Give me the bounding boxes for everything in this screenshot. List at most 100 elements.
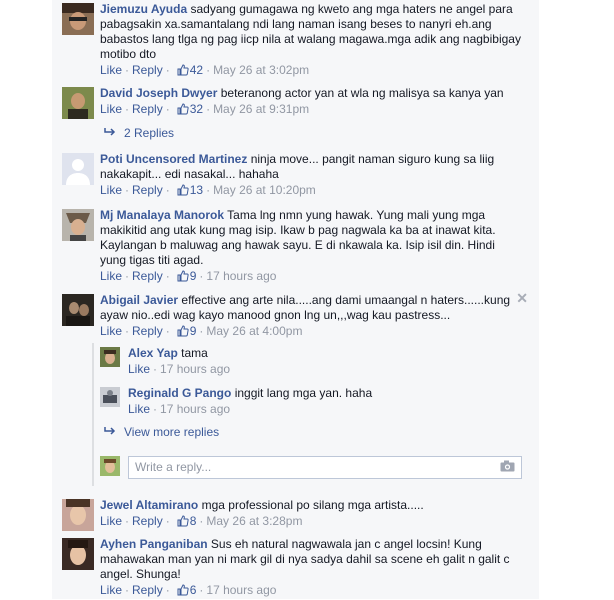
separator: · (165, 514, 170, 528)
like-count[interactable]: 6 (190, 583, 197, 597)
reply-text: inggit lang mga yan. haha (234, 386, 373, 400)
timestamp[interactable]: May 26 at 4:00pm (206, 324, 302, 338)
comment-author[interactable]: Mj Manalaya Manorok (100, 208, 224, 222)
avatar[interactable] (62, 3, 94, 35)
separator: · (125, 324, 130, 338)
thumbs-up-icon (177, 270, 189, 286)
like-link[interactable]: Like (100, 183, 122, 197)
separator: · (165, 183, 170, 197)
comment-author[interactable]: Abigail Javier (100, 293, 178, 307)
view-more-label[interactable]: View more replies (124, 425, 219, 439)
avatar[interactable] (62, 538, 94, 570)
reply-arrow-icon (104, 425, 116, 439)
reply-author[interactable]: Alex Yap (128, 346, 178, 360)
thumbs-up-icon (177, 325, 189, 341)
avatar[interactable] (62, 153, 94, 185)
write-reply-input[interactable] (129, 457, 475, 476)
timestamp[interactable]: May 26 at 9:31pm (213, 102, 309, 116)
comment-author[interactable]: David Joseph Dwyer (100, 86, 217, 100)
view-more-replies-link[interactable]: View more replies (104, 425, 219, 439)
thumbs-up-icon (177, 515, 189, 531)
like-count[interactable]: 9 (190, 324, 197, 338)
reply-arrow-icon (104, 126, 116, 140)
reply-author[interactable]: Reginald G Pango (128, 386, 231, 400)
separator: · (153, 402, 158, 416)
reply-actions: Like · 17 hours ago (128, 402, 524, 417)
comment-actions: Like · Reply · 6 · 17 hours ago (100, 583, 524, 600)
thumbs-up-icon (177, 103, 189, 119)
reply-link[interactable]: Reply (132, 63, 163, 77)
like-link[interactable]: Like (100, 583, 122, 597)
separator: · (165, 583, 170, 597)
thumbs-up-icon (177, 184, 189, 200)
like-link[interactable]: Like (100, 102, 122, 116)
separator: · (125, 269, 130, 283)
timestamp[interactable]: 17 hours ago (206, 269, 276, 283)
avatar[interactable] (100, 387, 120, 407)
separator: · (199, 324, 204, 338)
like-link[interactable]: Like (128, 402, 150, 416)
comment-text: beteranong actor yan at wla ng malisya s… (220, 86, 504, 100)
avatar (100, 456, 120, 476)
reply-link[interactable]: Reply (132, 514, 163, 528)
comment-actions: Like · Reply · 8 · May 26 at 3:28pm (100, 514, 524, 531)
reply-link[interactable]: Reply (132, 269, 163, 283)
reply-thread-line (92, 343, 94, 486)
reply-link[interactable]: Reply (132, 102, 163, 116)
like-link[interactable]: Like (100, 324, 122, 338)
replies-count[interactable]: 2 Replies (124, 126, 174, 140)
separator: · (125, 514, 130, 528)
like-count[interactable]: 42 (190, 63, 203, 77)
like-link[interactable]: Like (100, 514, 122, 528)
reply-composer (128, 456, 522, 479)
comment-actions: Like · Reply · 9 · 17 hours ago (100, 269, 524, 286)
reply-link[interactable]: Reply (132, 583, 163, 597)
avatar[interactable] (62, 209, 94, 241)
timestamp[interactable]: May 26 at 3:28pm (206, 514, 302, 528)
like-count[interactable]: 9 (190, 269, 197, 283)
separator: · (165, 324, 170, 338)
comment-author[interactable]: Jiemuzu Ayuda (100, 2, 187, 16)
comment-text: mga professional po silang mga artista..… (201, 498, 424, 512)
timestamp[interactable]: 17 hours ago (160, 362, 230, 376)
timestamp[interactable]: 17 hours ago (206, 583, 276, 597)
close-icon[interactable]: ✕ (516, 290, 528, 307)
avatar[interactable] (62, 294, 94, 326)
reply-actions: Like · 17 hours ago (128, 362, 524, 377)
like-count[interactable]: 13 (190, 183, 203, 197)
comment-actions: Like · Reply · 13 · May 26 at 10:20pm (100, 183, 524, 200)
like-count[interactable]: 32 (190, 102, 203, 116)
view-replies-link[interactable]: 2 Replies (104, 126, 174, 140)
separator: · (206, 102, 211, 116)
separator: · (199, 269, 204, 283)
thumbs-up-icon (177, 64, 189, 80)
reply-link[interactable]: Reply (132, 324, 163, 338)
timestamp[interactable]: May 26 at 10:20pm (213, 183, 316, 197)
reply-text: tama (181, 346, 208, 360)
comment-actions: Like · Reply · 32 · May 26 at 9:31pm (100, 102, 524, 119)
separator: · (165, 63, 170, 77)
avatar[interactable] (62, 87, 94, 119)
separator: · (125, 63, 130, 77)
comment-author[interactable]: Jewel Altamirano (100, 498, 198, 512)
separator: · (125, 583, 130, 597)
timestamp[interactable]: May 26 at 3:02pm (213, 63, 309, 77)
like-count[interactable]: 8 (190, 514, 197, 528)
comment-author[interactable]: Poti Uncensored Martinez (100, 152, 247, 166)
comment-actions: Like · Reply · 9 · May 26 at 4:00pm (100, 324, 524, 341)
like-link[interactable]: Like (100, 269, 122, 283)
avatar[interactable] (100, 347, 120, 367)
thumbs-up-icon (177, 584, 189, 600)
separator: · (153, 362, 158, 376)
comment-actions: Like · Reply · 42 · May 26 at 3:02pm (100, 63, 524, 80)
like-link[interactable]: Like (128, 362, 150, 376)
separator: · (206, 183, 211, 197)
camera-icon[interactable] (500, 460, 515, 475)
separator: · (199, 583, 204, 597)
separator: · (199, 514, 204, 528)
reply-link[interactable]: Reply (132, 183, 163, 197)
timestamp[interactable]: 17 hours ago (160, 402, 230, 416)
like-link[interactable]: Like (100, 63, 122, 77)
avatar[interactable] (62, 499, 94, 531)
comment-author[interactable]: Ayhen Panganiban (100, 537, 208, 551)
